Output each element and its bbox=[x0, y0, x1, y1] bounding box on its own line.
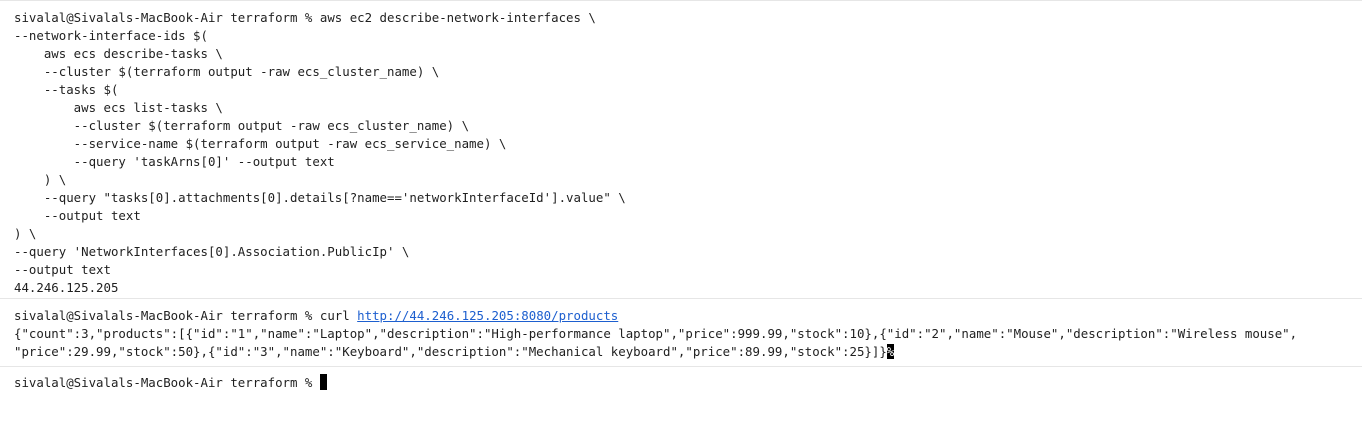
command-line-2: --network-interface-ids $( bbox=[14, 28, 208, 43]
command-line-9: --query 'taskArns[0]' --output text bbox=[14, 154, 335, 169]
command-text: aws ec2 describe-network-interfaces \ bbox=[319, 10, 596, 25]
curl-command-line: sivalal@Sivalals-MacBook-Air terraform %… bbox=[14, 307, 1362, 325]
command-line-6: aws ecs list-tasks \ bbox=[14, 100, 223, 115]
command-line-13: ) \ bbox=[14, 226, 37, 241]
command-line-12: --output text bbox=[14, 208, 141, 223]
command-line-3: aws ecs describe-tasks \ bbox=[14, 46, 223, 61]
command-line-1: sivalal@Sivalals-MacBook-Air terraform %… bbox=[14, 9, 1362, 27]
command-line-8: --service-name $(terraform output -raw e… bbox=[14, 136, 507, 151]
command-block-active-prompt[interactable]: sivalal@Sivalals-MacBook-Air terraform % bbox=[0, 366, 1362, 434]
text-cursor bbox=[319, 374, 327, 390]
active-prompt-line[interactable]: sivalal@Sivalals-MacBook-Air terraform % bbox=[14, 374, 1362, 392]
command-line-14: --query 'NetworkInterfaces[0].Associatio… bbox=[14, 244, 410, 259]
command-block-curl[interactable]: sivalal@Sivalals-MacBook-Air terraform %… bbox=[0, 298, 1362, 366]
shell-prompt: sivalal@Sivalals-MacBook-Air terraform % bbox=[14, 10, 320, 25]
command-text: curl bbox=[319, 308, 358, 323]
json-output-text: "price":29.99,"stock":50},{"id":"3","nam… bbox=[14, 344, 887, 359]
json-output-line-1: {"count":3,"products":[{"id":"1","name":… bbox=[14, 326, 1298, 341]
json-output-line-2: "price":29.99,"stock":50},{"id":"3","nam… bbox=[14, 343, 1362, 361]
command-line-10: ) \ bbox=[14, 172, 67, 187]
command-line-7: --cluster $(terraform output -raw ecs_cl… bbox=[14, 118, 470, 133]
terminal-window[interactable]: sivalal@Sivalals-MacBook-Air terraform %… bbox=[0, 0, 1362, 420]
command-line-11: --query "tasks[0].attachments[0].details… bbox=[14, 190, 626, 205]
products-url-link[interactable]: http://44.246.125.205:8080/products bbox=[357, 308, 618, 323]
command-line-5: --tasks $( bbox=[14, 82, 119, 97]
command-output-ip: 44.246.125.205 bbox=[14, 280, 119, 295]
shell-prompt: sivalal@Sivalals-MacBook-Air terraform % bbox=[14, 308, 320, 323]
command-line-15: --output text bbox=[14, 262, 111, 277]
command-block-describe-network-interfaces[interactable]: sivalal@Sivalals-MacBook-Air terraform %… bbox=[0, 0, 1362, 298]
shell-prompt: sivalal@Sivalals-MacBook-Air terraform % bbox=[14, 375, 320, 390]
no-newline-marker: % bbox=[886, 344, 895, 359]
command-line-4: --cluster $(terraform output -raw ecs_cl… bbox=[14, 64, 440, 79]
